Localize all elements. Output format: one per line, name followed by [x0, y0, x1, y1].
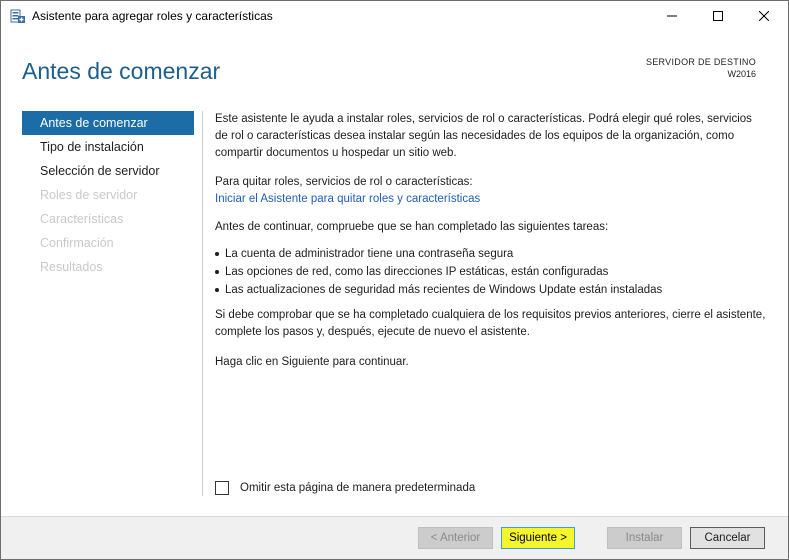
- server-manager-icon: [10, 8, 26, 24]
- bullet-icon: [215, 252, 219, 256]
- next-button-label: Siguiente >: [509, 532, 567, 544]
- page-title: Antes de comenzar: [22, 58, 221, 84]
- list-item-text: Las opciones de red, como las direccione…: [225, 265, 609, 278]
- prerequisite-list: La cuenta de administrador tiene una con…: [215, 245, 662, 299]
- bullet-icon: [215, 288, 219, 292]
- nav-item-antes-de-comenzar[interactable]: Antes de comenzar: [22, 111, 194, 135]
- nav-item-caracteristicas: Características: [40, 212, 124, 226]
- wizard-footer: < Anterior Siguiente > Instalar Cancelar: [1, 516, 788, 559]
- close-button[interactable]: [741, 1, 787, 31]
- close-icon: [759, 11, 769, 21]
- maximize-icon: [713, 11, 723, 21]
- previous-button: < Anterior: [418, 527, 493, 549]
- destination-server-label: SERVIDOR DE DESTINO: [645, 57, 756, 67]
- nav-item-roles-de-servidor: Roles de servidor: [40, 188, 138, 202]
- maximize-button[interactable]: [695, 1, 741, 31]
- next-button[interactable]: Siguiente >: [501, 527, 575, 549]
- nav-divider: [202, 111, 203, 496]
- wizard-window: Asistente para agregar roles y caracterí…: [0, 0, 789, 560]
- remove-prompt: Para quitar roles, servicios de rol o ca…: [215, 176, 473, 188]
- list-item: La cuenta de administrador tiene una con…: [215, 245, 662, 263]
- title-bar[interactable]: Asistente para agregar roles y caracterí…: [1, 1, 788, 31]
- bullet-icon: [215, 270, 219, 274]
- cancel-button[interactable]: Cancelar: [690, 527, 765, 549]
- checkbox-icon[interactable]: [215, 481, 229, 495]
- list-item: Las opciones de red, como las direccione…: [215, 263, 662, 281]
- minimize-button[interactable]: [649, 1, 695, 31]
- intro-text: Este asistente le ayuda a instalar roles…: [215, 113, 752, 159]
- skip-page-label[interactable]: Omitir esta página de manera predetermin…: [240, 482, 475, 494]
- destination-server-value: W2016: [727, 69, 756, 79]
- nav-item-tipo-de-instalacion[interactable]: Tipo de instalación: [22, 135, 194, 159]
- nav-item-resultados: Resultados: [40, 260, 103, 274]
- check-prompt: Antes de continuar, compruebe que se han…: [215, 221, 609, 233]
- list-item: Las actualizaciones de seguridad más rec…: [215, 281, 662, 299]
- list-item-text: La cuenta de administrador tiene una con…: [225, 247, 514, 260]
- continue-note: Haga clic en Siguiente para continuar.: [215, 356, 409, 368]
- install-button: Instalar: [607, 527, 682, 549]
- list-item-text: Las actualizaciones de seguridad más rec…: [225, 283, 663, 296]
- wizard-steps-nav: Antes de comenzar Tipo de instalación Se…: [22, 111, 194, 279]
- nav-item-seleccion-de-servidor[interactable]: Selección de servidor: [22, 159, 194, 183]
- prerequisite-note: Si debe comprobar que se ha completado c…: [215, 309, 766, 338]
- minimize-icon: [667, 15, 677, 17]
- nav-item-confirmacion: Confirmación: [40, 236, 114, 250]
- remove-section: Para quitar roles, servicios de rol o ca…: [215, 174, 480, 208]
- skip-page-option[interactable]: Omitir esta página de manera predetermin…: [215, 481, 475, 495]
- wizard-header: Antes de comenzar SERVIDOR DE DESTINO W2…: [1, 31, 788, 101]
- remove-roles-link[interactable]: Iniciar el Asistente para quitar roles y…: [215, 191, 480, 208]
- window-title: Asistente para agregar roles y caracterí…: [32, 9, 273, 23]
